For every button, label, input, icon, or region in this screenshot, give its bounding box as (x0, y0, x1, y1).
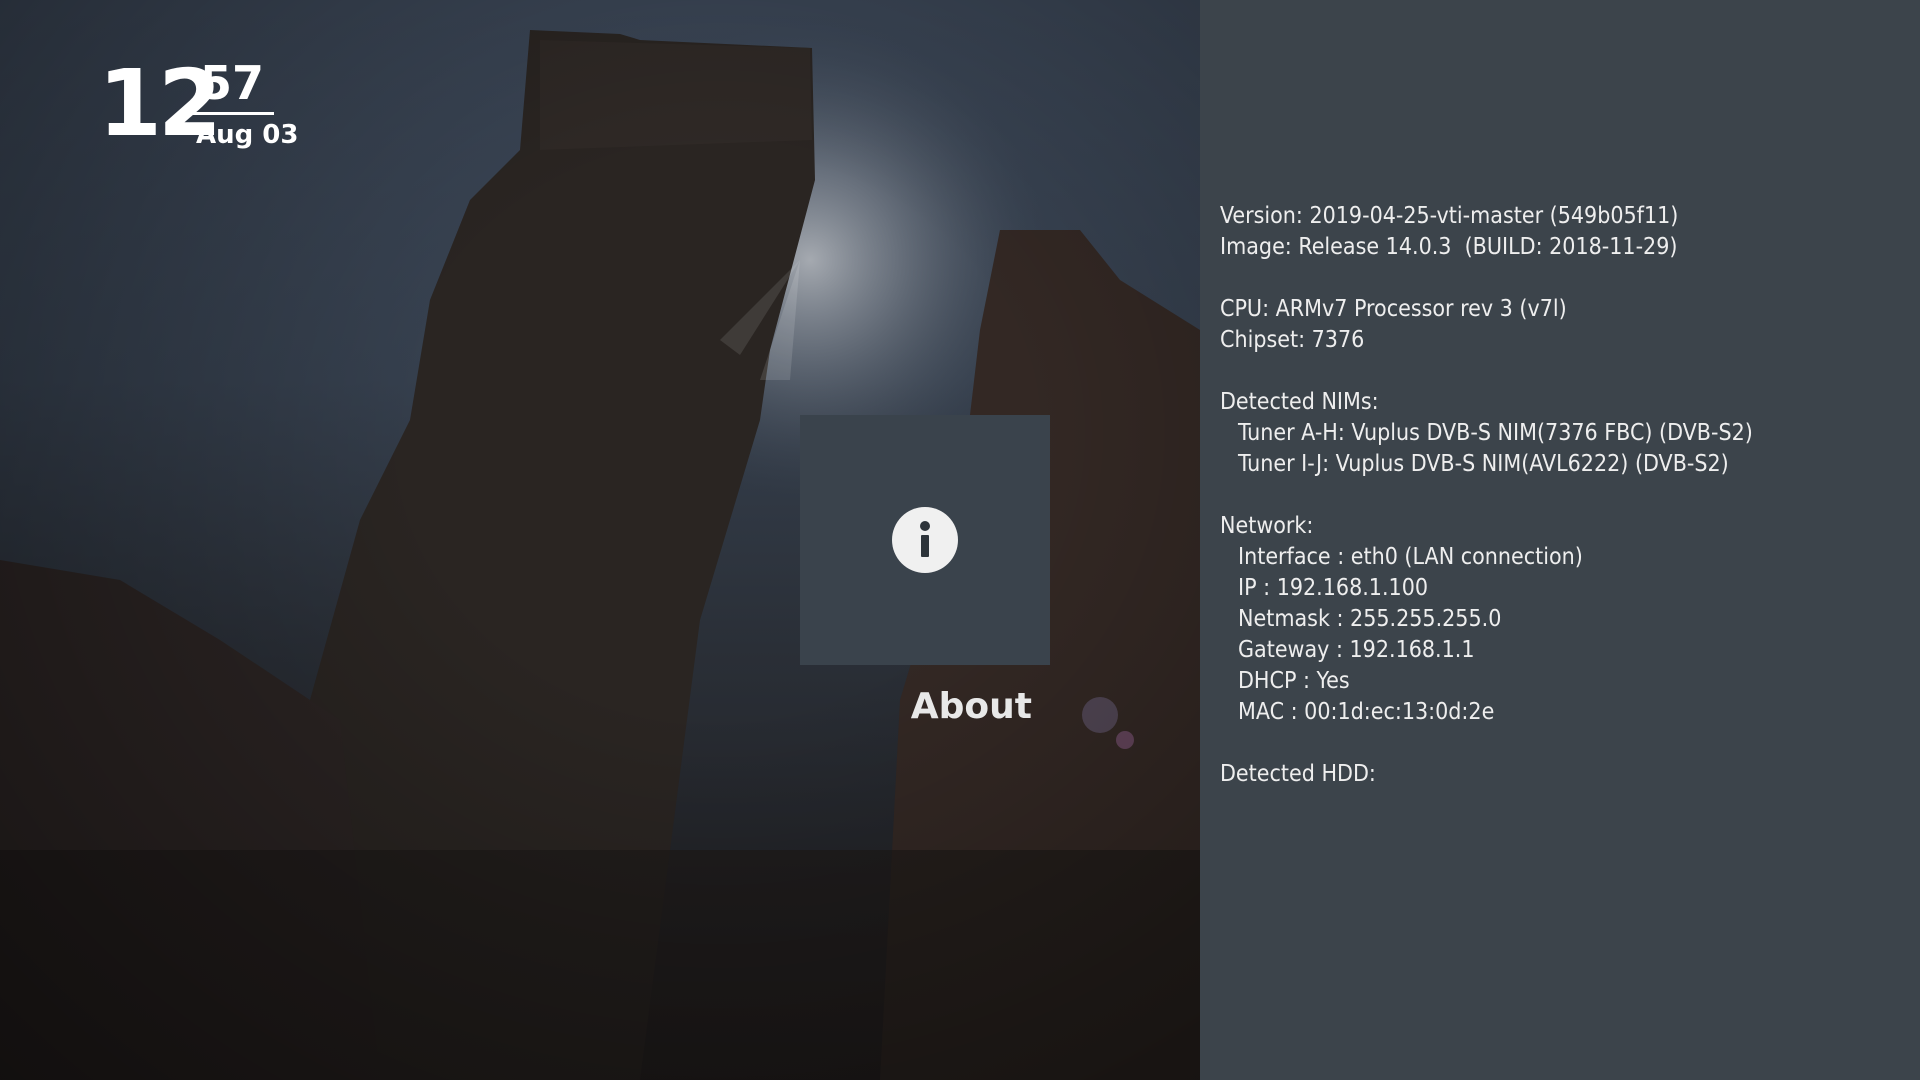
network-header: Network: (1220, 513, 1314, 539)
chipset-line: Chipset: 7376 (1220, 327, 1365, 353)
tuner-line: Tuner I-J: Vuplus DVB-S NIM(AVL6222) (DV… (1238, 451, 1729, 477)
screen: 12 57 Aug 03 About Version: 2019-04-25-v… (0, 0, 1920, 1080)
version-line: Version: 2019-04-25-vti-master (549b05f1… (1220, 203, 1679, 229)
about-menu-tile[interactable] (800, 415, 1050, 665)
gateway-line: Gateway : 192.168.1.1 (1238, 637, 1475, 663)
about-info-text: Version: 2019-04-25-vti-master (549b05f1… (1220, 201, 1910, 790)
about-info-panel: Version: 2019-04-25-vti-master (549b05f1… (1200, 0, 1920, 1080)
interface-line: Interface : eth0 (LAN connection) (1238, 544, 1583, 570)
dhcp-line: DHCP : Yes (1238, 668, 1350, 694)
cpu-line: CPU: ARMv7 Processor rev 3 (v7l) (1220, 296, 1567, 322)
info-icon (892, 507, 958, 573)
mac-line: MAC : 00:1d:ec:13:0d:2e (1238, 699, 1495, 725)
tuner-line: Tuner A-H: Vuplus DVB-S NIM(7376 FBC) (D… (1238, 420, 1753, 446)
hdd-header: Detected HDD: (1220, 761, 1376, 787)
info-icon-glyph (920, 521, 930, 557)
ip-line: IP : 192.168.1.100 (1238, 575, 1429, 601)
clock-divider (190, 112, 274, 115)
nims-header: Detected NIMs: (1220, 389, 1379, 415)
clock-minute: 57 (200, 56, 265, 110)
clock-date: Aug 03 (196, 120, 299, 150)
netmask-line: Netmask : 255.255.255.0 (1238, 606, 1502, 632)
clock: 12 57 Aug 03 (98, 54, 298, 164)
about-menu-label: About (910, 686, 1032, 727)
image-line: Image: Release 14.0.3 (BUILD: 2018-11-29… (1220, 234, 1678, 260)
